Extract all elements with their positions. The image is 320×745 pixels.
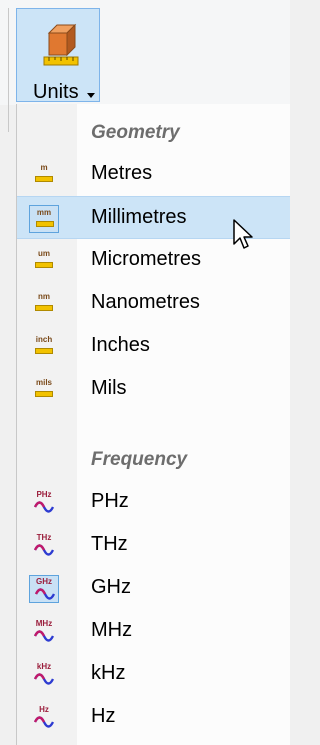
frequency-section-header: Frequency [91,449,188,470]
menu-item-mils[interactable]: mils Mils [17,368,290,411]
khz-wave-icon: kHz [29,661,59,689]
menu-item-label: GHz [91,576,131,598]
units-cube-ruler-icon [43,23,79,66]
metres-ruler-icon: m [29,161,59,189]
hz-wave-icon: Hz [29,704,59,732]
menu-item-label: Metres [91,162,153,184]
menu-item-label: Mils [91,377,127,399]
menu-item-label: Inches [91,334,150,356]
thz-wave-icon: THz [29,532,59,560]
mils-ruler-icon: mils [29,376,59,404]
inches-ruler-icon: inch [29,333,59,361]
menu-item-label: Millimetres [91,206,187,228]
millimetres-ruler-icon: mm [29,205,59,233]
geometry-section-header: Geometry [91,122,180,143]
toolbar-separator [8,8,9,132]
micrometres-ruler-icon: um [29,247,59,275]
menu-item-khz[interactable]: kHz kHz [17,653,290,696]
menu-item-thz[interactable]: THz THz [17,524,290,567]
menu-item-nanometres[interactable]: nm Nanometres [17,282,290,325]
chevron-down-icon [87,93,95,98]
menu-item-phz[interactable]: PHz PHz [17,481,290,524]
menu-item-mhz[interactable]: MHz MHz [17,610,290,653]
nanometres-ruler-icon: nm [29,290,59,318]
phz-wave-icon: PHz [29,489,59,517]
menu-item-label: Hz [91,705,116,727]
ghz-wave-icon: GHz [29,575,59,603]
mhz-wave-icon: MHz [29,618,59,646]
mouse-pointer-icon [233,219,253,249]
menu-item-metres[interactable]: m Metres [17,153,290,196]
menu-item-label: THz [91,533,128,555]
menu-item-label: MHz [91,619,133,641]
menu-item-ghz[interactable]: GHz GHz [17,567,290,610]
ribbon-toolbar: Units [0,0,290,132]
menu-item-label: PHz [91,490,129,512]
units-dropdown-button[interactable]: Units [16,8,100,103]
units-dropdown-menu: Geometry m Metres mm Millimetres um Micr… [16,104,290,745]
menu-item-label: Nanometres [91,291,200,313]
menu-item-inches[interactable]: inch Inches [17,325,290,368]
menu-item-label: Micrometres [91,248,202,270]
menu-item-hz[interactable]: Hz Hz [17,696,290,739]
units-button-label: Units [33,81,79,103]
menu-item-label: kHz [91,662,126,684]
